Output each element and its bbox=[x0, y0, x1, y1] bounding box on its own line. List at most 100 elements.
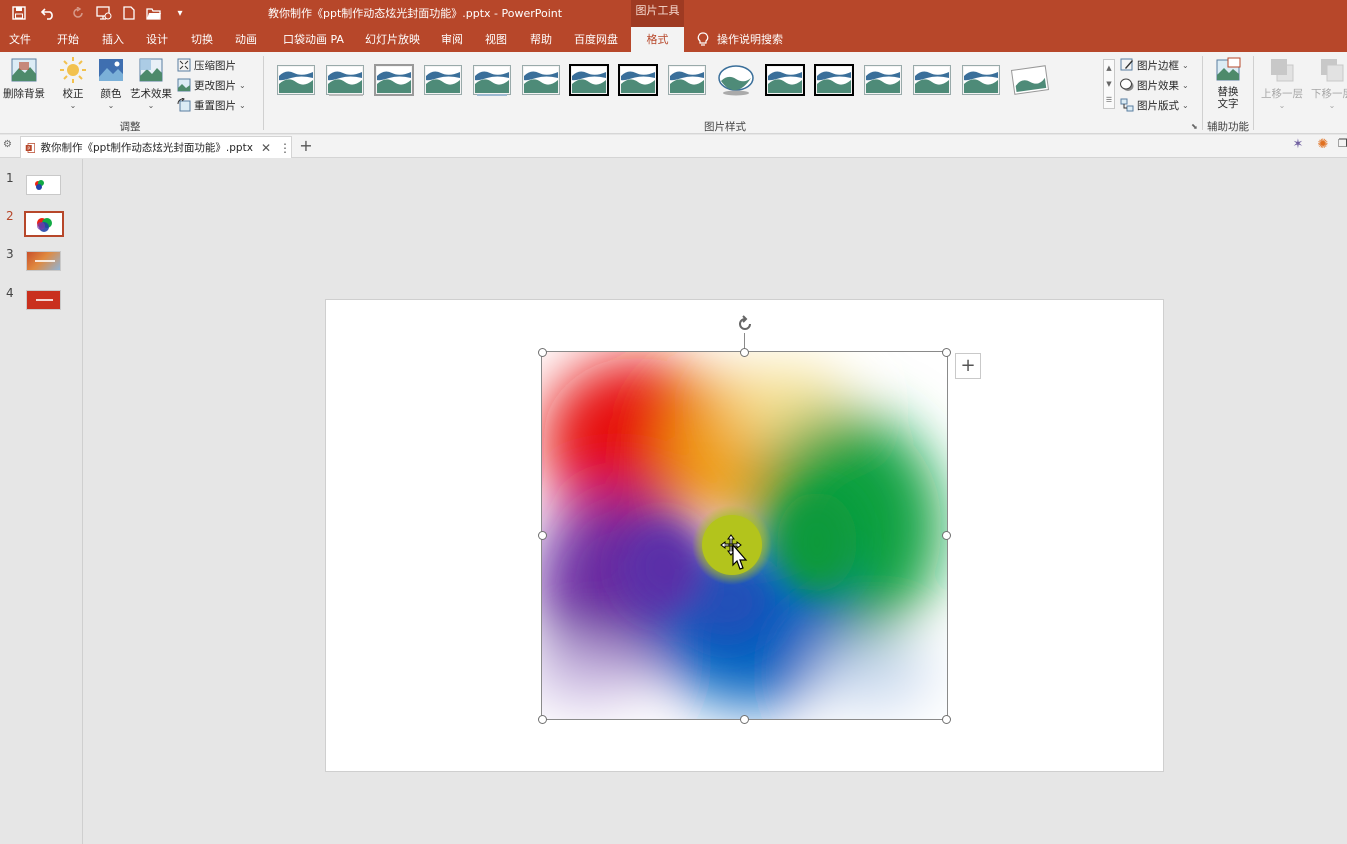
gallery-more-icon[interactable]: ☰ bbox=[1106, 96, 1112, 104]
slide-number: 1 bbox=[6, 171, 14, 185]
color-button[interactable]: 颜色 ⌄ bbox=[96, 56, 126, 110]
slide-thumbnail-1[interactable] bbox=[26, 175, 61, 195]
change-picture-button[interactable]: 更改图片 ⌄ bbox=[177, 76, 246, 94]
picture-style-rounded3[interactable] bbox=[961, 64, 1001, 96]
send-backward-dropdown-icon: ⌄ bbox=[1328, 101, 1336, 110]
resize-handle-top[interactable] bbox=[740, 348, 749, 357]
picture-style-soft2[interactable] bbox=[521, 64, 561, 96]
open-folder-icon[interactable] bbox=[145, 3, 163, 23]
bring-forward-button[interactable]: 上移一层 ⌄ bbox=[1258, 56, 1306, 110]
customize-qat-icon[interactable]: ▾ bbox=[174, 3, 186, 23]
tab-help[interactable]: 帮助 bbox=[530, 27, 552, 52]
gallery-up-icon[interactable]: ▲ bbox=[1106, 64, 1111, 72]
resize-handle-right[interactable] bbox=[942, 531, 951, 540]
picture-style-black-frame[interactable] bbox=[617, 63, 660, 97]
send-backward-label: 下移一层 bbox=[1311, 88, 1347, 100]
save-icon[interactable] bbox=[9, 3, 29, 23]
artistic-effects-label: 艺术效果 bbox=[130, 88, 172, 100]
restore-window-icon[interactable]: ❐ bbox=[1338, 137, 1347, 155]
picture-style-plain[interactable] bbox=[276, 64, 316, 96]
picture-style-dark-thin[interactable] bbox=[667, 64, 707, 96]
resize-handle-bottom-right[interactable] bbox=[942, 715, 951, 724]
undo-icon[interactable] bbox=[36, 3, 60, 23]
picture-styles-group-label: 图片样式 bbox=[704, 121, 746, 133]
slide-thumbnail-2[interactable] bbox=[24, 211, 64, 237]
tab-file[interactable]: 文件 bbox=[9, 27, 31, 52]
change-picture-icon bbox=[177, 78, 191, 92]
reset-picture-button[interactable]: 重置图片 ⌄ bbox=[177, 96, 246, 114]
redo-icon[interactable] bbox=[70, 3, 86, 23]
addin-star-icon[interactable]: ✶ bbox=[1289, 137, 1307, 155]
group-divider bbox=[1202, 56, 1203, 130]
resize-handle-bottom[interactable] bbox=[740, 715, 749, 724]
compress-pictures-button[interactable]: 压缩图片 bbox=[177, 56, 236, 74]
remove-background-icon bbox=[11, 58, 37, 82]
tab-menu-icon[interactable]: ⚙ bbox=[3, 139, 12, 150]
color-dropdown-icon: ⌄ bbox=[107, 101, 115, 110]
picture-tools-context-label: 图片工具 bbox=[631, 0, 684, 27]
tab-design[interactable]: 设计 bbox=[146, 27, 168, 52]
ribbon-tab-bar: 文件 开始 插入 设计 切换 动画 口袋动画 PA 幻灯片放映 审阅 视图 帮助… bbox=[0, 27, 1347, 53]
resize-handle-top-right[interactable] bbox=[942, 348, 951, 357]
tab-insert[interactable]: 插入 bbox=[102, 27, 124, 52]
artistic-dropdown-icon: ⌄ bbox=[147, 101, 155, 110]
tab-baidu-netdisk[interactable]: 百度网盘 bbox=[574, 27, 618, 52]
tab-animations[interactable]: 动画 bbox=[235, 27, 257, 52]
document-tab[interactable]: P 教你制作《ppt制作动态炫光封面功能》.pptx ✕ ⋮ bbox=[20, 136, 292, 158]
picture-style-shadow[interactable] bbox=[325, 64, 365, 96]
picture-style-thick-black[interactable] bbox=[568, 63, 611, 97]
picture-style-oval[interactable] bbox=[716, 64, 756, 96]
picture-effects-button[interactable]: 图片效果 ⌄ bbox=[1120, 76, 1189, 94]
close-tab-icon[interactable]: ✕ bbox=[261, 141, 271, 155]
rotate-handle-icon[interactable] bbox=[735, 314, 755, 334]
slideshow-from-start-icon[interactable] bbox=[94, 3, 114, 23]
picture-border-button[interactable]: 图片边框 ⌄ bbox=[1120, 56, 1189, 74]
pen-icon bbox=[1120, 58, 1133, 71]
artistic-effects-button[interactable]: 艺术效果 ⌄ bbox=[129, 56, 173, 110]
picture-style-soft[interactable] bbox=[423, 64, 463, 96]
slide-thumbnail-3[interactable] bbox=[26, 251, 61, 271]
picture-effects-icon bbox=[1120, 78, 1134, 91]
corrections-button[interactable]: 校正 ⌄ bbox=[58, 56, 88, 110]
alt-text-icon bbox=[1216, 57, 1241, 81]
alt-text-button[interactable]: 替换 文字 bbox=[1208, 56, 1248, 110]
tab-pocket-animation[interactable]: 口袋动画 PA bbox=[283, 27, 344, 52]
tab-format[interactable]: 格式 bbox=[631, 27, 684, 53]
picture-style-rounded[interactable] bbox=[863, 64, 903, 96]
remove-background-label: 删除背景 bbox=[3, 88, 45, 100]
picture-effects-dropdown-icon: ⌄ bbox=[1182, 80, 1189, 90]
tab-home[interactable]: 开始 bbox=[57, 27, 79, 52]
picture-style-rounded2[interactable] bbox=[912, 64, 952, 96]
settings-gear-icon[interactable]: ✺ bbox=[1314, 137, 1332, 155]
new-file-icon[interactable] bbox=[121, 3, 137, 23]
gallery-scrollbar[interactable]: ▲ ▼ ☰ bbox=[1103, 59, 1115, 109]
picture-style-black-wide[interactable] bbox=[812, 63, 855, 97]
tell-me-search[interactable]: 操作说明搜索 bbox=[697, 27, 783, 52]
picture-layout-button[interactable]: 图片版式 ⌄ bbox=[1120, 96, 1189, 114]
resize-handle-bottom-left[interactable] bbox=[538, 715, 547, 724]
tab-review[interactable]: 审阅 bbox=[441, 27, 463, 52]
slide-thumbnail-4[interactable] bbox=[26, 290, 61, 310]
tab-slideshow[interactable]: 幻灯片放映 bbox=[365, 27, 420, 52]
gallery-down-icon[interactable]: ▼ bbox=[1106, 80, 1111, 88]
picture-style-reflect[interactable] bbox=[472, 64, 512, 96]
tab-more-icon[interactable]: ⋮ bbox=[279, 141, 291, 155]
accessibility-group-label: 辅助功能 bbox=[1207, 121, 1249, 133]
resize-handle-left[interactable] bbox=[538, 531, 547, 540]
alt-text-label-1: 替换 bbox=[1217, 86, 1239, 98]
remove-background-button[interactable]: 删除背景 bbox=[2, 56, 46, 101]
layout-options-plus-icon[interactable]: + bbox=[955, 353, 981, 379]
slide-number: 4 bbox=[6, 286, 14, 300]
dialog-launcher-icon[interactable]: ⬊ bbox=[1191, 122, 1198, 131]
resize-handle-top-left[interactable] bbox=[538, 348, 547, 357]
send-backward-button[interactable]: 下移一层 ⌄ bbox=[1308, 56, 1347, 110]
sun-icon bbox=[60, 57, 86, 83]
picture-style-grey-frame[interactable] bbox=[372, 63, 415, 97]
picture-style-double-black[interactable] bbox=[764, 63, 806, 97]
tab-transitions[interactable]: 切换 bbox=[191, 27, 213, 52]
new-tab-icon[interactable]: + bbox=[296, 136, 316, 156]
slide-thumbnail-panel: 1 2 3 4 bbox=[0, 159, 83, 844]
picture-style-rotated[interactable] bbox=[1010, 64, 1050, 96]
powerpoint-file-icon: P bbox=[25, 142, 36, 153]
tab-view[interactable]: 视图 bbox=[485, 27, 507, 52]
